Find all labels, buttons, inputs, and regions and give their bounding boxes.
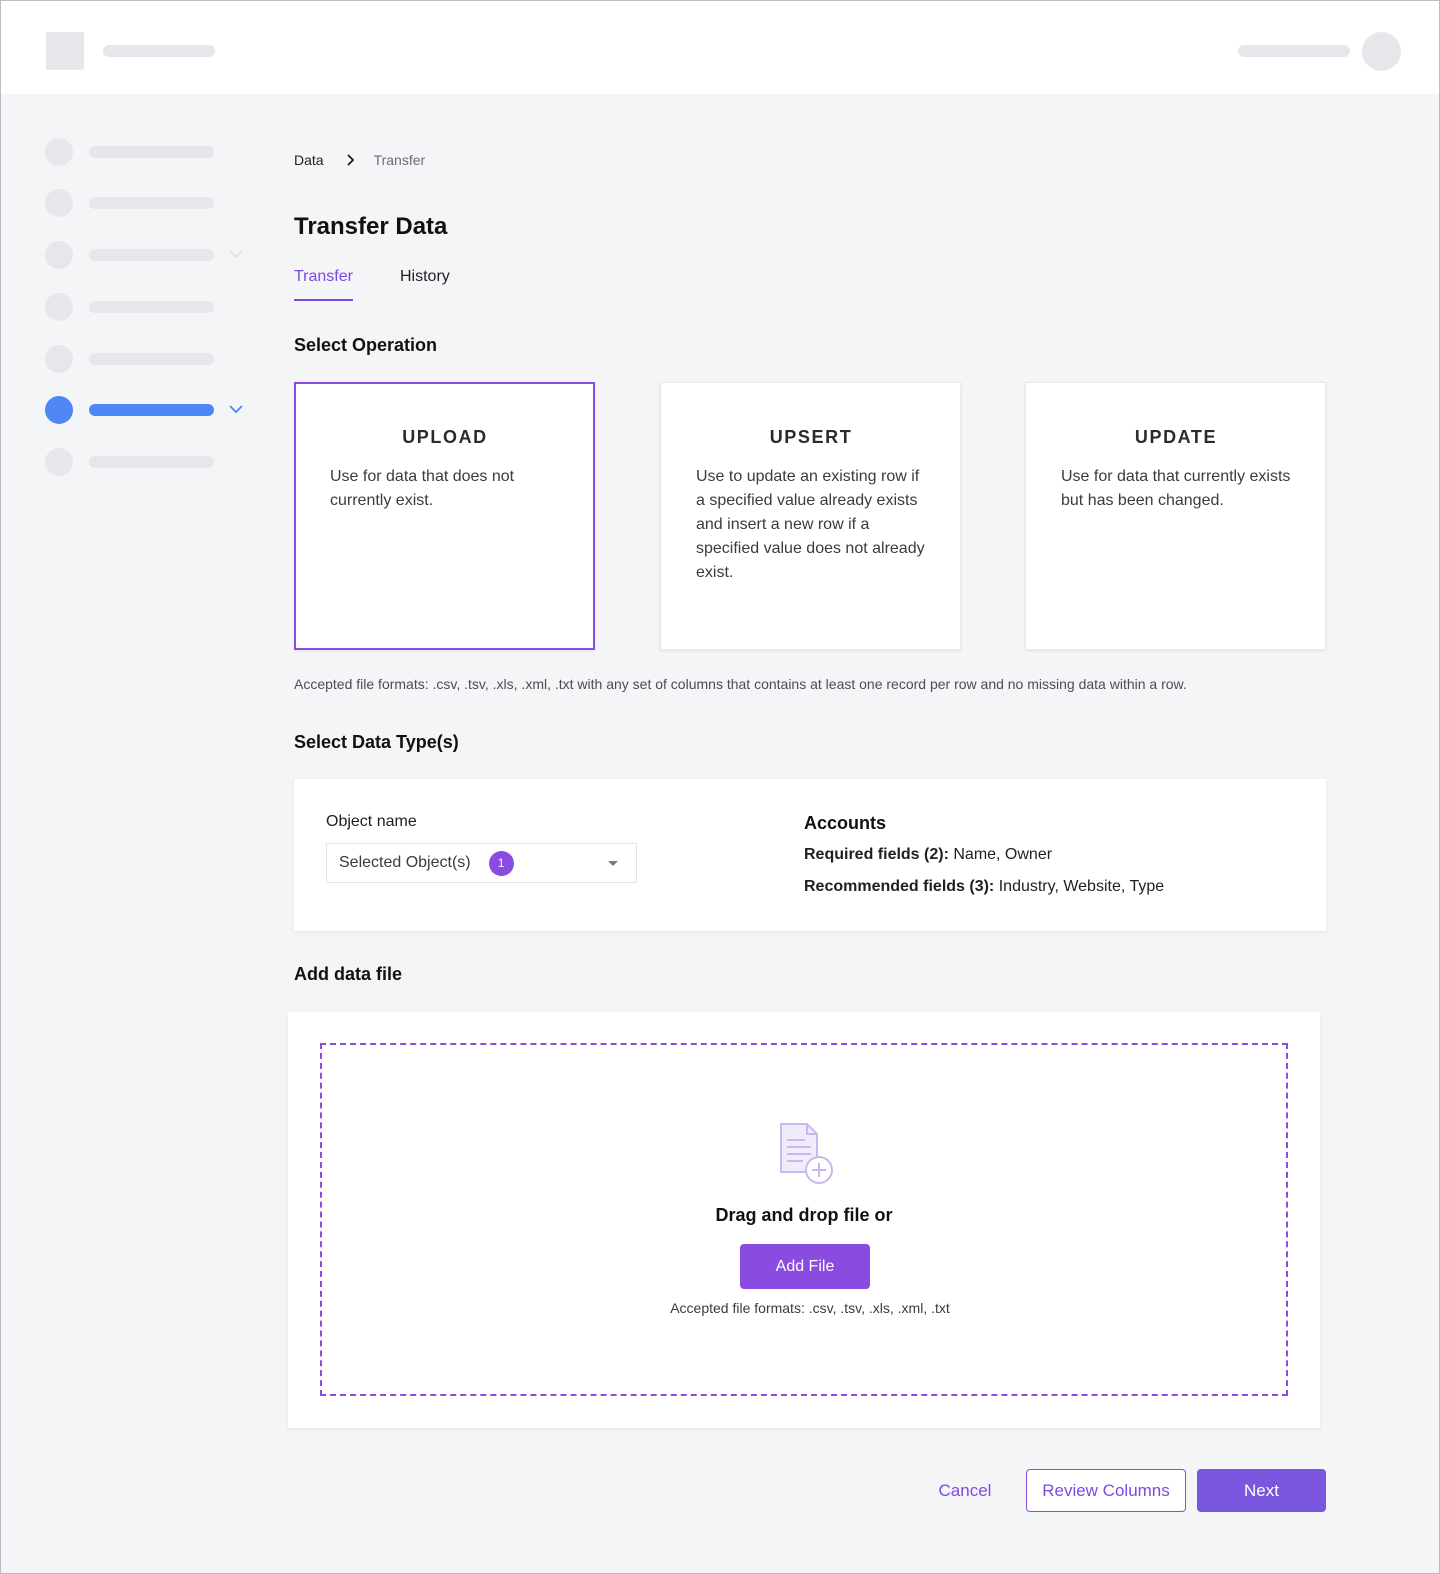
file-formats-note: Accepted file formats: .csv, .tsv, .xls,… <box>670 1300 950 1316</box>
nav-icon-placeholder <box>45 189 73 217</box>
add-file-button[interactable]: Add File <box>740 1244 870 1289</box>
sidebar-item-1[interactable] <box>45 138 255 166</box>
add-data-file-heading: Add data file <box>294 964 403 984</box>
sidebar-item-7[interactable] <box>45 448 255 476</box>
caret-down-icon <box>608 861 618 866</box>
recommended-fields-label: Recommended fields (3): <box>804 878 995 895</box>
nav-label-placeholder <box>89 353 214 365</box>
chevron-down-icon[interactable] <box>228 247 244 261</box>
nav-label-placeholder <box>89 301 214 313</box>
breadcrumb: Data Transfer <box>294 152 425 168</box>
sidebar-item-5[interactable] <box>45 345 255 373</box>
next-button[interactable]: Next <box>1197 1469 1326 1512</box>
object-name-label: Object name <box>326 813 417 830</box>
logo-placeholder[interactable] <box>46 32 84 70</box>
nav-icon-placeholder <box>45 396 73 424</box>
operation-card-update[interactable]: UPDATE Use for data that currently exist… <box>1025 382 1326 650</box>
chevron-right-icon <box>346 154 354 166</box>
selected-count-badge: 1 <box>488 850 514 876</box>
nav-label-placeholder <box>89 456 214 468</box>
add-document-icon <box>780 1123 833 1184</box>
select-operation-heading: Select Operation <box>294 335 438 355</box>
tab-history[interactable]: History <box>400 268 450 301</box>
nav-icon-placeholder <box>45 241 73 269</box>
object-select-dropdown[interactable]: Selected Object(s) 1 <box>326 843 637 883</box>
file-card: Drag and drop file or Add File Accepted … <box>288 1012 1320 1428</box>
nav-icon-placeholder <box>45 345 73 373</box>
recommended-fields-values: Industry, Website, Type <box>998 878 1165 895</box>
operation-title: UPDATE <box>1134 427 1218 447</box>
nav-label-placeholder <box>89 197 214 209</box>
avatar[interactable] <box>1362 32 1401 71</box>
drop-instructions: Drag and drop file or <box>715 1205 893 1225</box>
operation-description: Use to update an existing row if a speci… <box>696 468 925 581</box>
operation-description: Use for data that does not currently exi… <box>330 468 515 509</box>
file-dropzone[interactable]: Drag and drop file or Add File Accepted … <box>320 1043 1288 1396</box>
user-name-placeholder <box>1238 45 1350 57</box>
object-select-value: Selected Object(s) <box>339 854 471 871</box>
operation-formats-note: Accepted file formats: .csv, .tsv, .xls,… <box>294 676 1187 692</box>
breadcrumb-data-link[interactable]: Data <box>294 152 324 168</box>
select-data-type-heading: Select Data Type(s) <box>294 732 459 752</box>
operation-title: UPSERT <box>769 427 853 447</box>
nav-label-placeholder <box>89 146 214 158</box>
recommended-fields: Recommended fields (3): Industry, Websit… <box>804 878 1164 896</box>
operation-card-upsert[interactable]: UPSERT Use to update an existing row if … <box>660 382 961 650</box>
required-fields-label: Required fields (2): <box>804 846 949 863</box>
sidebar-item-4[interactable] <box>45 293 255 321</box>
chevron-down-icon[interactable] <box>228 402 244 416</box>
tab-transfer[interactable]: Transfer <box>294 268 353 301</box>
required-fields-values: Name, Owner <box>953 846 1053 863</box>
sidebar-item-3[interactable] <box>45 241 255 269</box>
review-columns-button[interactable]: Review Columns <box>1026 1469 1186 1512</box>
sidebar-item-active[interactable] <box>45 396 255 424</box>
object-title: Accounts <box>804 813 887 833</box>
operation-description: Use for data that currently exists but h… <box>1061 468 1291 509</box>
top-bar <box>1 1 1439 94</box>
breadcrumb-current: Transfer <box>373 152 426 168</box>
app-name-placeholder <box>103 45 215 57</box>
tab-bar: Transfer History <box>294 268 497 301</box>
sidebar-item-2[interactable] <box>45 189 255 217</box>
cancel-button[interactable]: Cancel <box>925 1469 1005 1513</box>
nav-icon-placeholder <box>45 293 73 321</box>
operation-card-upload[interactable]: UPLOAD Use for data that does not curren… <box>294 382 595 650</box>
nav-label-placeholder <box>89 404 214 416</box>
nav-icon-placeholder <box>45 448 73 476</box>
page-title: Transfer Data <box>294 213 448 240</box>
data-type-card: Object name Selected Object(s) 1 Account… <box>294 779 1326 931</box>
nav-icon-placeholder <box>45 138 73 166</box>
operation-title: UPLOAD <box>402 427 488 447</box>
required-fields: Required fields (2): Name, Owner <box>804 846 1052 864</box>
nav-label-placeholder <box>89 249 214 261</box>
